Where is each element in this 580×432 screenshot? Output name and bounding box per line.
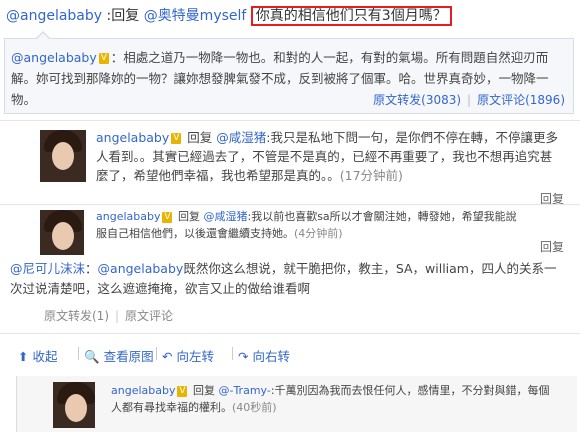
- rotate-left-label: 向左转: [176, 349, 214, 364]
- comment-verb: 回复: [177, 210, 200, 223]
- avatar[interactable]: [40, 130, 86, 182]
- repost-text: 既然你这么想说，就干脆把你，教主，SA，william，四人的关系一次过说清楚吧…: [10, 261, 557, 296]
- quote-comment-link[interactable]: 原文评论(1896): [477, 93, 565, 107]
- top-reply-line: @angelababy :回复 @奥特曼myself 你真的相信他们只有3個月嗎…: [6, 6, 576, 26]
- avatar[interactable]: [40, 210, 84, 256]
- verified-badge-icon: V: [98, 53, 109, 64]
- quote-repost-link[interactable]: 原文转发(3083): [373, 93, 461, 107]
- toolbar-divider: [232, 347, 233, 360]
- top-mention-link[interactable]: @奥特曼myself: [144, 8, 247, 24]
- toolbar-divider: [78, 347, 79, 360]
- rotate-left-icon: ↶: [162, 349, 173, 364]
- highlighted-question: 你真的相信他们只有3個月嗎？: [250, 6, 452, 26]
- repost-body: @尼可儿沫沫：@angelababy既然你这么想说，就干脆把你，教主，SA，wi…: [10, 261, 557, 296]
- divider: [0, 204, 580, 205]
- rotate-left-button[interactable]: ↶ 向左转: [162, 346, 214, 365]
- view-original-button[interactable]: 🔍 查看原图: [84, 346, 154, 365]
- comment-time: (17分钟前): [339, 168, 403, 183]
- bottom-time: (40秒前): [232, 401, 277, 414]
- verified-badge-icon: V: [162, 211, 173, 223]
- comment-reply-button[interactable]: 回复: [540, 238, 564, 255]
- comment-body: angelababy V 回复 @咸湿猪:我以前也喜歡sa所以才會關注她，轉發她，…: [96, 208, 526, 242]
- comment-user-link[interactable]: angelababy: [96, 130, 169, 145]
- comment-item: angelababy V 回复 @咸湿猪:我以前也喜歡sa所以才會關注她，轉發她，…: [0, 208, 580, 258]
- verified-badge-icon: V: [171, 133, 182, 144]
- repost-repost-link[interactable]: 原文转发(1): [44, 309, 109, 323]
- magnifier-icon: 🔍: [84, 349, 100, 364]
- avatar[interactable]: [53, 382, 95, 428]
- comment-body: angelababy V 回复 @咸湿猪:我只是私地下問一句，是你們不停在轉，不停…: [96, 128, 558, 185]
- repost-block: @尼可儿沫沫：@angelababy既然你这么想说，就干脆把你，教主，SA，wi…: [4, 255, 572, 329]
- repost-comment-link[interactable]: 原文评论: [125, 309, 173, 323]
- comment-target-link[interactable]: @咸湿猪: [216, 130, 266, 145]
- view-original-label: 查看原图: [103, 349, 154, 364]
- repost-actions: 原文转发(1) | 原文评论: [44, 309, 174, 323]
- rotate-right-button[interactable]: ↷ 向右转: [238, 346, 290, 365]
- bottom-target-link[interactable]: @-Tramy-: [218, 384, 270, 397]
- verified-badge-icon: V: [177, 385, 188, 397]
- rotate-right-label: 向右转: [252, 349, 290, 364]
- collapse-button[interactable]: ⬆ 收起: [18, 346, 57, 365]
- repost-user-link[interactable]: @尼可儿沫沫: [10, 261, 85, 276]
- comment-user-link[interactable]: angelababy: [96, 210, 160, 223]
- image-toolbar: ⬆ 收起 🔍 查看原图 ↶ 向左转 ↷ 向右转: [0, 342, 580, 366]
- comment-item: angelababy V 回复 @咸湿猪:我只是私地下問一句，是你們不停在轉，不停…: [0, 128, 580, 206]
- toolbar-divider: [156, 347, 157, 360]
- divider: [0, 333, 580, 334]
- bottom-comment: angelababy V 回复 @-Tramy-:千萬別因為我而去恨任何人，感情里…: [16, 376, 577, 432]
- bottom-user-link[interactable]: angelababy: [111, 384, 175, 397]
- comment-verb: 回复: [187, 130, 213, 145]
- quote-user-link[interactable]: @angelababy: [11, 50, 97, 65]
- top-reply-label: :回复: [106, 8, 140, 24]
- top-user-link[interactable]: @angelababy: [6, 8, 102, 24]
- bottom-verb: 回复: [192, 384, 215, 397]
- comment-target-link[interactable]: @咸湿猪: [203, 210, 247, 223]
- comment-time: (4分钟前): [294, 227, 343, 240]
- repost-mention-link[interactable]: @angelababy: [98, 261, 184, 276]
- quote-arrow-inner: [36, 33, 50, 40]
- collapse-arrow-icon: ⬆: [18, 349, 29, 364]
- divider: [0, 120, 580, 121]
- rotate-right-icon: ↷: [238, 349, 249, 364]
- quote-actions: 原文转发(3083) | 原文评论(1896): [373, 93, 565, 107]
- collapse-label: 收起: [32, 349, 58, 364]
- bottom-comment-body: angelababy V 回复 @-Tramy-:千萬別因為我而去恨任何人，感情里…: [111, 382, 551, 416]
- quoted-post: @angelababy V ：相處之道乃一物降一物也。和對的人一起，有對的氣場。所有…: [4, 31, 574, 114]
